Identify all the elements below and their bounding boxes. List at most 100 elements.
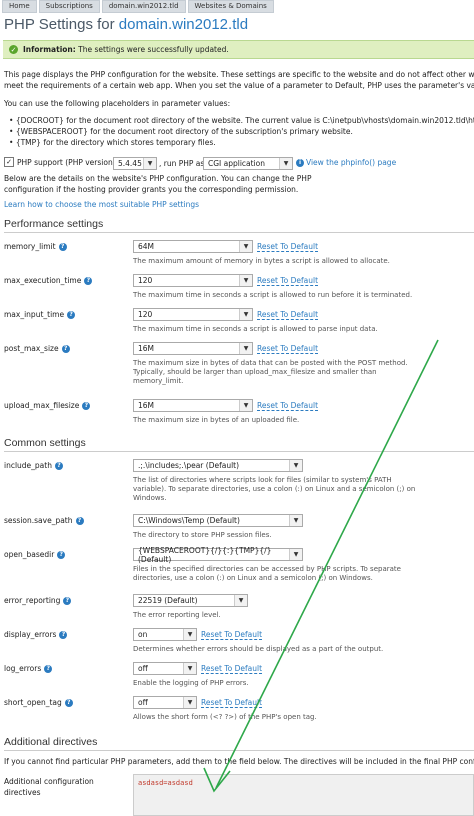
chevron-down-icon: ▼ bbox=[143, 158, 156, 169]
page-title-prefix: PHP Settings for bbox=[4, 16, 119, 33]
help-icon[interactable]: ? bbox=[61, 344, 70, 353]
reset-to-default-link[interactable]: Reset To Default bbox=[257, 310, 319, 320]
setting-label: upload_max_filesize? bbox=[4, 401, 91, 410]
php-support-label: PHP support (PHP version bbox=[17, 157, 113, 167]
php-note-2: configuration if the hosting provider gr… bbox=[4, 185, 299, 194]
setting-select[interactable]: off ▼ bbox=[133, 696, 197, 709]
setting-select[interactable]: 120 ▼ bbox=[133, 274, 253, 287]
chevron-down-icon: ▼ bbox=[239, 400, 252, 411]
check-icon: ✓ bbox=[9, 45, 18, 54]
placeholder-item: • {TMP} for the directory which stores t… bbox=[9, 138, 216, 147]
additional-label: Additional configuration directives bbox=[4, 777, 94, 797]
placeholders-intro: You can use the following placeholders i… bbox=[4, 99, 231, 108]
setting-description: The error reporting level. bbox=[133, 611, 221, 619]
setting-description: Files in the specified directories can b… bbox=[133, 565, 401, 582]
intro-text-1: This page displays the PHP configuration… bbox=[4, 70, 474, 79]
help-icon[interactable]: ? bbox=[82, 401, 91, 410]
help-icon[interactable]: ? bbox=[67, 310, 76, 319]
setting-label: max_input_time? bbox=[4, 310, 76, 319]
setting-label: short_open_tag? bbox=[4, 698, 73, 707]
setting-label: log_errors? bbox=[4, 664, 53, 673]
learn-php-settings-link[interactable]: Learn how to choose the most suitable PH… bbox=[4, 199, 199, 210]
chevron-down-icon: ▼ bbox=[289, 515, 302, 526]
setting-label: max_execution_time? bbox=[4, 276, 93, 285]
placeholder-item: • {DOCROOT} for the document root direct… bbox=[9, 116, 474, 125]
breadcrumb-subscriptions[interactable]: Subscriptions bbox=[38, 0, 100, 13]
setting-description: The maximum size in bytes of an uploaded… bbox=[133, 416, 300, 424]
setting-label: error_reporting? bbox=[4, 596, 72, 605]
php-handler-select[interactable]: CGI application ▼ bbox=[203, 157, 293, 170]
help-icon[interactable]: ? bbox=[54, 461, 63, 470]
help-icon[interactable]: ? bbox=[84, 276, 93, 285]
php-support-checkbox[interactable]: ✓ bbox=[4, 157, 14, 167]
divider bbox=[4, 232, 474, 233]
success-message: ✓ Information: The settings were success… bbox=[3, 40, 474, 59]
setting-select[interactable]: 22519 (Default) ▼ bbox=[133, 594, 248, 607]
chevron-down-icon: ▼ bbox=[289, 460, 302, 471]
setting-select[interactable]: 16M ▼ bbox=[133, 399, 253, 412]
chevron-down-icon: ▼ bbox=[183, 663, 196, 674]
setting-label: post_max_size? bbox=[4, 344, 70, 353]
setting-select[interactable]: 120 ▼ bbox=[133, 308, 253, 321]
setting-description: Enable the logging of PHP errors. bbox=[133, 679, 249, 687]
common-heading: Common settings bbox=[4, 437, 86, 449]
phpinfo-link[interactable]: i View the phpinfo() page bbox=[296, 158, 396, 167]
info-icon: i bbox=[296, 158, 304, 167]
reset-to-default-link[interactable]: Reset To Default bbox=[201, 698, 263, 708]
help-icon[interactable]: ? bbox=[58, 242, 67, 251]
php-note-1: Below are the details on the website's P… bbox=[4, 174, 312, 183]
chevron-down-icon: ▼ bbox=[183, 697, 196, 708]
divider bbox=[4, 451, 474, 452]
reset-to-default-link[interactable]: Reset To Default bbox=[257, 401, 319, 411]
setting-label: session.save_path? bbox=[4, 516, 84, 525]
help-icon[interactable]: ? bbox=[59, 630, 68, 639]
setting-description: The maximum amount of memory in bytes a … bbox=[133, 257, 390, 265]
setting-label: memory_limit? bbox=[4, 242, 67, 251]
chevron-down-icon: ▼ bbox=[239, 343, 252, 354]
intro-text-2: meet the requirements of a certain web a… bbox=[4, 81, 474, 90]
additional-directives-textarea[interactable]: asdasd=asdasd bbox=[133, 774, 474, 816]
additional-heading: Additional directives bbox=[4, 736, 98, 748]
additional-note: If you cannot find particular PHP parame… bbox=[4, 757, 474, 766]
chevron-down-icon: ▼ bbox=[239, 275, 252, 286]
php-support-row: ✓ PHP support (PHP version bbox=[4, 157, 113, 167]
performance-heading: Performance settings bbox=[4, 218, 104, 230]
setting-description: Determines whether errors should be disp… bbox=[133, 645, 384, 653]
help-icon[interactable]: ? bbox=[44, 664, 53, 673]
breadcrumb-websites[interactable]: Websites & Domains bbox=[187, 0, 274, 13]
breadcrumb-home[interactable]: Home bbox=[2, 0, 37, 13]
setting-description: Allows the short form (<? ?>) of the PHP… bbox=[133, 713, 317, 721]
message-text: The settings were successfully updated. bbox=[78, 45, 229, 54]
help-icon[interactable]: ? bbox=[63, 596, 72, 605]
page-title: PHP Settings for domain.win2012.tld bbox=[4, 16, 474, 33]
setting-select[interactable]: 16M ▼ bbox=[133, 342, 253, 355]
reset-to-default-link[interactable]: Reset To Default bbox=[257, 276, 319, 286]
setting-select[interactable]: .;.\includes;.\pear (Default) ▼ bbox=[133, 459, 303, 472]
setting-select[interactable]: 64M ▼ bbox=[133, 240, 253, 253]
placeholder-list: • {DOCROOT} for the document root direct… bbox=[9, 115, 474, 148]
setting-description: The list of directories where scripts lo… bbox=[133, 476, 416, 502]
reset-to-default-link[interactable]: Reset To Default bbox=[201, 630, 263, 640]
reset-to-default-link[interactable]: Reset To Default bbox=[201, 664, 263, 674]
message-label: Information: bbox=[23, 45, 76, 54]
help-icon[interactable]: ? bbox=[75, 516, 84, 525]
chevron-down-icon: ▼ bbox=[239, 241, 252, 252]
reset-to-default-link[interactable]: Reset To Default bbox=[257, 344, 319, 354]
setting-description: The maximum time in seconds a script is … bbox=[133, 325, 378, 333]
setting-label: open_basedir? bbox=[4, 550, 66, 559]
setting-label: display_errors? bbox=[4, 630, 68, 639]
setting-select[interactable]: off ▼ bbox=[133, 662, 197, 675]
php-version-select[interactable]: 5.4.45 ▼ bbox=[113, 157, 157, 170]
setting-select[interactable]: C:\Windows\Temp (Default) ▼ bbox=[133, 514, 303, 527]
breadcrumb-domain[interactable]: domain.win2012.tld bbox=[101, 0, 186, 13]
setting-label: include_path? bbox=[4, 461, 63, 470]
help-icon[interactable]: ? bbox=[64, 698, 73, 707]
divider bbox=[4, 750, 474, 751]
chevron-down-icon: ▼ bbox=[289, 549, 302, 560]
help-icon[interactable]: ? bbox=[57, 550, 66, 559]
breadcrumb: Home Subscriptions domain.win2012.tld We… bbox=[0, 0, 474, 13]
setting-select[interactable]: on ▼ bbox=[133, 628, 197, 641]
reset-to-default-link[interactable]: Reset To Default bbox=[257, 242, 319, 252]
setting-select[interactable]: {WEBSPACEROOT}{/}{:}{TMP}{/} (Default) ▼ bbox=[133, 546, 303, 564]
setting-description: The maximum time in seconds a script is … bbox=[133, 291, 413, 299]
